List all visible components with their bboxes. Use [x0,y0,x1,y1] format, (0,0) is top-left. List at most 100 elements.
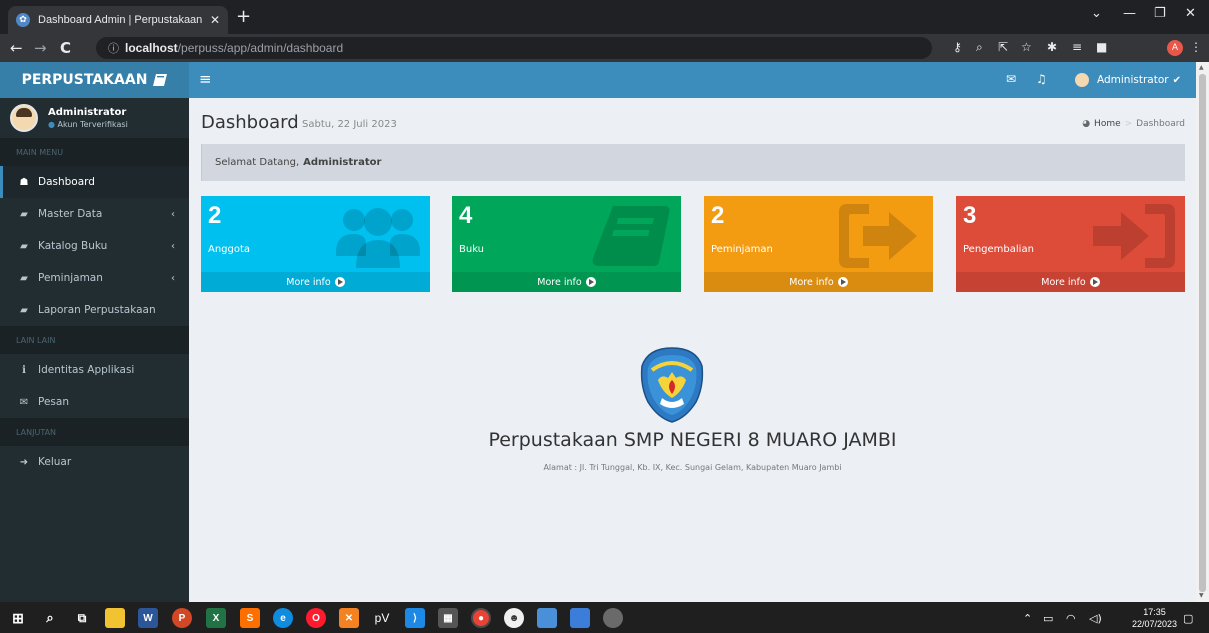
new-tab-icon[interactable]: + [236,8,251,26]
pv-app-icon[interactable]: pV [372,608,392,628]
book-icon: ▰ [20,304,28,316]
reload-icon[interactable]: C [60,39,71,57]
more-info-link[interactable]: More info [452,272,681,292]
clock[interactable]: 17:35 22/07/2023 [1132,606,1177,630]
sidebar-item-pesan[interactable]: ✉ Pesan [0,386,189,418]
breadcrumb-home[interactable]: Home [1094,119,1121,129]
calendar-app-icon[interactable]: ▦ [438,608,458,628]
sign-out-icon [839,204,917,268]
folder-icon: ▰ [20,208,28,220]
user-status: ● Akun Terverifikasi [48,120,128,129]
close-tab-icon[interactable]: ✕ [210,13,220,27]
bookmark-star-icon[interactable]: ☆ [1021,40,1032,54]
battery-icon[interactable]: ▭ [1043,612,1053,625]
stat-label: Anggota [208,244,251,255]
word-icon[interactable]: W [138,608,158,628]
volume-icon[interactable]: ◁) [1089,612,1102,625]
stat-label: Peminjaman [711,244,773,255]
user-menu[interactable]: Administrator ✔ [1075,70,1181,90]
browser-tab-bar: ✿ Dashboard Admin | Perpustakaan ✕ + ⌄ —… [0,0,1209,34]
more-info-label: More info [789,276,834,288]
excel-icon[interactable]: X [206,608,226,628]
hamburger-icon[interactable]: ≡ [199,70,212,88]
sidebar-item-identitas[interactable]: i Identitas Applikasi [0,354,189,386]
sidebar-item-master-data[interactable]: ▰ Master Data ‹ [0,198,189,230]
info-icon: i [22,364,26,376]
stat-box-anggota: 2 Anggota More info [201,196,430,292]
sidebar-item-katalog-buku[interactable]: ▰ Katalog Buku ‹ [0,230,189,262]
more-info-label: More info [537,276,582,288]
wifi-icon[interactable]: ◠ [1066,612,1076,625]
extensions-icon[interactable]: ✱ [1047,40,1057,54]
users-icon [336,208,420,268]
side-panel-icon[interactable]: ■ [1096,40,1107,54]
task-view-icon[interactable]: ⧉ [72,608,92,628]
scroll-up-icon[interactable]: ▲ [1199,64,1204,71]
sidebar-item-keluar[interactable]: ➜ Keluar [0,446,189,478]
envelope-icon[interactable]: ✉ [1006,72,1016,86]
emoji-app-icon[interactable]: ☻ [504,608,524,628]
scroll-down-icon[interactable]: ▼ [1199,592,1204,599]
file-explorer-icon[interactable] [105,608,125,628]
app-icon[interactable] [570,608,590,628]
xampp-icon[interactable]: ✕ [339,608,359,628]
envelope-icon: ✉ [19,396,29,408]
page-scrollbar[interactable]: ▲ ▼ [1196,62,1209,602]
more-info-link[interactable]: More info [956,272,1185,292]
app-icon[interactable] [603,608,623,628]
book-icon [153,74,168,86]
dashboard-icon: ◕ [1082,119,1091,129]
sidebar-item-label: Identitas Applikasi [38,364,135,376]
close-window-icon[interactable]: ✕ [1185,6,1196,21]
chevron-up-icon[interactable]: ⌃ [1023,612,1032,625]
more-info-link[interactable]: More info [704,272,933,292]
menu-kebab-icon[interactable]: ⋮ [1190,40,1202,54]
brand-logo[interactable]: PERPUSTAKAAN [0,62,189,98]
zoom-icon[interactable]: ⌕ [976,40,983,54]
page-title: Dashboard [201,112,299,133]
reading-list-icon[interactable]: ≡ [1072,40,1082,54]
stat-box-peminjaman: 2 Peminjaman More info [704,196,933,292]
notifications-icon[interactable]: ▢ [1183,612,1193,625]
url-input[interactable]: ⓘ localhost/perpuss/app/admin/dashboard [96,37,932,59]
sublime-text-icon[interactable]: S [240,608,260,628]
back-icon[interactable]: ← [10,39,23,57]
welcome-name: Administrator [303,157,382,168]
search-icon[interactable]: ⌕ [40,608,60,628]
windows-start-icon[interactable]: ⊞ [8,608,28,628]
url-path: /perpuss/app/admin/dashboard [177,41,344,55]
address-bar-row: ← → C ⓘ localhost/perpuss/app/admin/dash… [0,34,1209,62]
scroll-thumb[interactable] [1199,74,1206,592]
opera-icon[interactable]: O [306,608,326,628]
book-icon: ▰ [20,240,28,252]
book-icon: ▰ [20,272,28,284]
sidebar-item-label: Keluar [38,456,72,468]
vscode-icon[interactable]: ⟩ [405,608,425,628]
edge-icon[interactable]: e [273,608,293,628]
app-icon[interactable] [537,608,557,628]
tab-search-icon[interactable]: ⌄ [1091,6,1102,21]
user-name: Administrator [48,107,127,118]
browser-tab[interactable]: ✿ Dashboard Admin | Perpustakaan ✕ [8,6,228,34]
sidebar-item-laporan[interactable]: ▰ Laporan Perpustakaan [0,294,189,326]
restore-icon[interactable]: ❐ [1154,6,1166,21]
minimize-icon[interactable]: — [1123,6,1136,21]
bell-icon[interactable]: ♫ [1036,72,1047,86]
more-info-link[interactable]: More info [201,272,430,292]
key-icon[interactable]: ⚷ [953,40,962,54]
sidebar-item-dashboard[interactable]: ☗ Dashboard [0,166,189,198]
sidebar-item-peminjaman[interactable]: ▰ Peminjaman ‹ [0,262,189,294]
welcome-callout: Selamat Datang, Administrator [201,144,1185,181]
sidebar: PERPUSTAKAAN Administrator ● Akun Terver… [0,62,189,602]
chrome-icon[interactable]: ● [471,608,491,628]
share-icon[interactable]: ⇱ [998,40,1008,54]
book-icon [592,206,670,266]
profile-avatar[interactable]: A [1167,40,1183,56]
info-icon[interactable]: ⓘ [108,40,119,56]
stat-box-pengembalian: 3 Pengembalian More info [956,196,1185,292]
forward-icon[interactable]: → [34,39,47,57]
verified-icon: ● [48,120,55,129]
school-name: Perpustakaan SMP NEGERI 8 MUARO JAMBI [488,429,897,451]
powerpoint-icon[interactable]: P [172,608,192,628]
more-info-label: More info [286,276,331,288]
